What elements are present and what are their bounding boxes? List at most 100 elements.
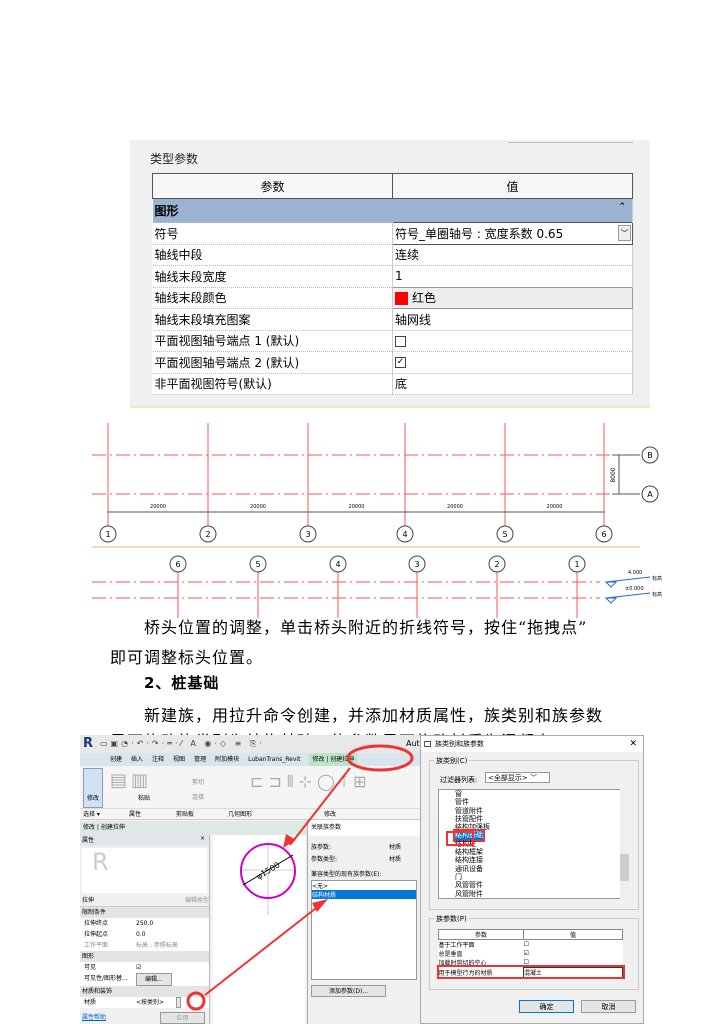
category-item[interactable]: 通讯设备 — [455, 865, 627, 873]
modify-tools-icons[interactable]: ⊏⊐⫴⊹◯⊺⊞ — [250, 772, 372, 792]
category-item[interactable]: 风管管件 — [455, 881, 627, 889]
prop-row: 拉伸终点 250.0 — [80, 918, 209, 929]
cut-button[interactable]: 剪切 — [192, 777, 204, 786]
properties-panel: 属性 × R 拉伸 编辑类型 限制条件 拉伸终点 250.0 拉伸起点 0.0 工作平面… — [80, 835, 210, 1024]
add-parameter-button[interactable]: 添加参数(D)... — [311, 985, 386, 997]
table-row: 符号 符号_单圈轴号 : 宽度系数 0.65 ﹀ — [152, 222, 633, 245]
prop-value[interactable]: 0.0 — [136, 929, 146, 940]
panel-clipboard: 剪贴板 — [175, 811, 194, 818]
edit-type-button[interactable]: 编辑类型 — [185, 895, 209, 904]
revit-logo-icon[interactable]: R — [83, 736, 93, 751]
join-button[interactable]: 连接 — [192, 792, 204, 801]
paragraph: 新建族，用拉升命令创建，并添加材质属性，族类别和族参数 — [144, 706, 604, 725]
visible-checkbox[interactable]: ☑ — [136, 962, 141, 973]
tab-annotate[interactable]: 注释 — [152, 753, 164, 766]
list-item[interactable]: <无> — [312, 881, 416, 890]
group-materials[interactable]: 材质和装饰 — [80, 986, 209, 997]
axis-label: 4 — [402, 530, 407, 539]
symbol-select[interactable]: 符号_单圈轴号 : 宽度系数 0.65 ﹀ — [392, 222, 633, 245]
cancel-button[interactable]: 取消 — [581, 1000, 636, 1013]
material-value[interactable]: 混凝土 — [523, 966, 623, 978]
prop-value[interactable]: 250.0 — [136, 918, 153, 929]
table-row: 平面视图轴号端点 2 (默认) ✓ — [152, 351, 633, 374]
modify-button[interactable]: 修改 — [83, 768, 103, 808]
prop-value[interactable]: <按类别> — [136, 997, 164, 1008]
axis-label: 1 — [105, 530, 110, 539]
category-list[interactable]: 窗管件 管道附件 扶管配件 结构加强板 结构基础 结构柱 结构框架 结构连接 通讯设备门风管管件… — [438, 789, 628, 899]
group-header[interactable]: 图形 ⌃ — [152, 198, 633, 223]
dimension-text: 20000 — [547, 504, 563, 510]
tab-addins[interactable]: 附加模块 — [215, 753, 239, 766]
properties-tools-icon[interactable]: ▤▥ — [110, 770, 152, 791]
category-item[interactable]: 结构连接 — [455, 856, 627, 864]
tab-lubantrans[interactable]: LubanTrans_Revit — [248, 753, 300, 766]
existing-params-list[interactable]: <无> 结构材质 — [311, 880, 417, 980]
prop-row: 可见 ☑ — [80, 962, 209, 973]
param-value[interactable]: 轴网线 — [392, 308, 633, 331]
group-constraints[interactable]: 限制条件 — [80, 907, 209, 918]
revit-screenshot: R ▭▣◔·↶·↷·═·⁄ A ◉·◇ ≡ ⎘· Aut 创建 插入 注释 视图 管理附… — [80, 735, 420, 1024]
tab-create[interactable]: 创建 — [110, 753, 122, 766]
checkbox[interactable]: ☑ — [524, 949, 623, 958]
color-name: 红色 — [412, 291, 437, 306]
axis-label: 4 — [335, 560, 340, 569]
category-item[interactable]: 管道附件 — [455, 807, 627, 815]
params-group: 族参数(P) 参数值 基于工作平面 ☐ 总是垂直 ☑ 加载时剪切的空心 ☐ 用于模型行… — [429, 914, 639, 990]
apply-button[interactable]: 应用 — [160, 1012, 205, 1024]
param-name: 轴线中段 — [152, 244, 393, 266]
panel-select[interactable]: 选择 ▾ — [80, 809, 110, 820]
category-item[interactable]: 窗 — [455, 790, 627, 798]
category-item[interactable]: 结构柱 — [455, 840, 627, 848]
table-row: 轴线末段宽度 1 — [152, 265, 633, 288]
category-item[interactable]: 管件 — [455, 798, 627, 806]
table-row: 平面视图轴号端点 1 (默认) — [152, 330, 633, 352]
tab-modify-extrusion[interactable]: 修改 | 创建拉伸 — [309, 753, 358, 766]
tab-insert[interactable]: 插入 — [131, 753, 143, 766]
checkbox-unchecked[interactable] — [395, 335, 406, 347]
param-value[interactable]: 1 — [392, 265, 633, 288]
table-row: 轴线中段 连续 — [152, 244, 633, 266]
filter-select[interactable]: <全部显示> ﹀ — [485, 772, 550, 783]
checkbox[interactable]: ☐ — [524, 940, 623, 950]
prop-row: 拉伸起点 0.0 — [80, 929, 209, 940]
chevron-down-icon[interactable]: ﹀ — [618, 225, 631, 241]
associate-param-button[interactable] — [176, 997, 182, 1008]
close-icon[interactable]: ✕ — [629, 736, 637, 752]
group-graphics[interactable]: 图形 — [80, 951, 209, 962]
list-item-selected[interactable]: 结构材质 — [312, 890, 416, 899]
level-marker: 4.000 标高 ±0.000 标高 — [604, 570, 662, 604]
ribbon: 修改 ▤▥ 粘贴 剪切 连接 ⊏⊐⫴⊹◯⊺⊞ 选择 ▾ 属性 剪贴板 几何图形 修改 — [80, 766, 420, 820]
close-icon[interactable]: × — [200, 835, 205, 842]
param-value[interactable]: 连续 — [392, 244, 633, 266]
ok-button[interactable]: 确定 — [519, 1000, 574, 1013]
category-item[interactable]: 风管附件 — [455, 890, 627, 898]
param-value[interactable]: 底 — [392, 373, 633, 395]
panel-modify: 修改 — [323, 811, 336, 818]
axis-label: 3 — [305, 530, 310, 539]
paste-button[interactable]: 粘贴 — [138, 793, 150, 802]
drawing-canvas[interactable]: φ1500 — [213, 835, 305, 1024]
edit-button[interactable]: 编辑... — [136, 973, 172, 986]
tab-view[interactable]: 视图 — [173, 753, 185, 766]
section-title: 类型参数 — [150, 152, 199, 166]
checkbox[interactable]: ☐ — [524, 958, 623, 967]
collapse-icon[interactable]: ⌃ — [618, 202, 626, 212]
color-button[interactable]: 红色 — [392, 286, 633, 309]
category-item-selected[interactable]: 结构基础 — [453, 829, 485, 842]
type-selector[interactable]: 拉伸 编辑类型 — [80, 895, 209, 907]
tab-manage[interactable]: 管理 — [194, 753, 206, 766]
properties-help-link[interactable]: 属性帮助 — [80, 1012, 160, 1024]
category-item[interactable]: 扶管配件 — [455, 815, 627, 823]
extrusion-sketch: φ1500 — [240, 843, 296, 915]
param-name: 轴线末段宽度 — [152, 265, 393, 288]
section-heading: 2、桩基础 — [144, 674, 220, 692]
dialog-title: 关联族参数 — [308, 820, 420, 836]
scrollbar[interactable] — [620, 789, 629, 899]
table-row: 非平面视图符号(默认) 底 — [152, 373, 633, 395]
table-row: 总是垂直 ☑ — [439, 949, 623, 958]
level-label: 标高 — [652, 591, 662, 598]
app-title: Aut — [406, 739, 420, 748]
checkbox-checked[interactable]: ✓ — [395, 357, 406, 369]
toolbar-icons[interactable]: ▭▣◔·↶·↷·═·⁄ A ◉·◇ ≡ ⎘· — [100, 739, 265, 749]
panel-geometry: 几何图形 — [227, 811, 252, 818]
